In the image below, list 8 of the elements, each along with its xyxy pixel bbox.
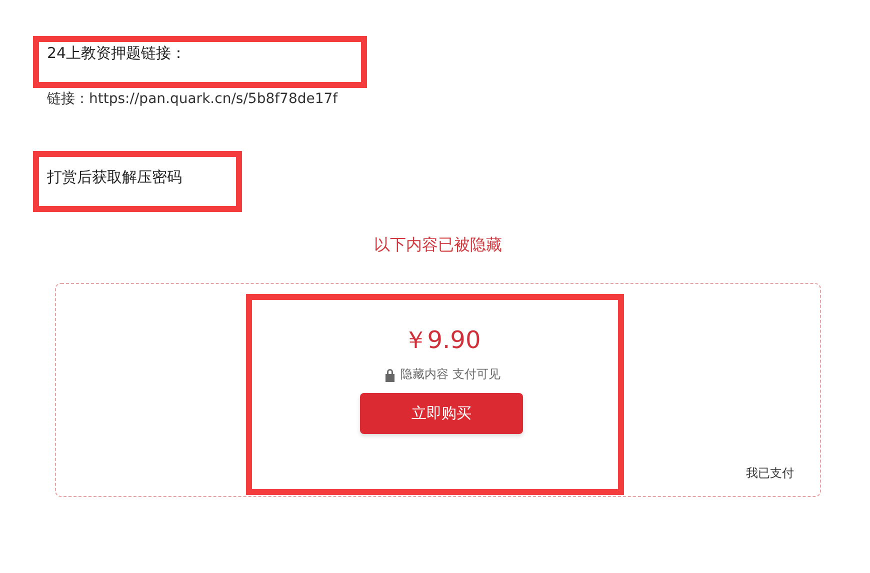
download-link[interactable]: 链接：https://pan.quark.cn/s/5b8f78de17f	[47, 90, 870, 108]
post-heading: 24上教资押题链接：	[47, 44, 188, 64]
post-note: 打赏后获取解压密码	[47, 168, 183, 187]
price: ￥9.90	[403, 325, 481, 356]
paywall-hint: 隐藏内容 支付可见	[400, 366, 500, 383]
buy-button[interactable]: 立即购买	[360, 393, 523, 434]
paid-link[interactable]: 我已支付	[746, 465, 794, 482]
hidden-content-title: 以下内容已被隐藏	[373, 235, 503, 256]
